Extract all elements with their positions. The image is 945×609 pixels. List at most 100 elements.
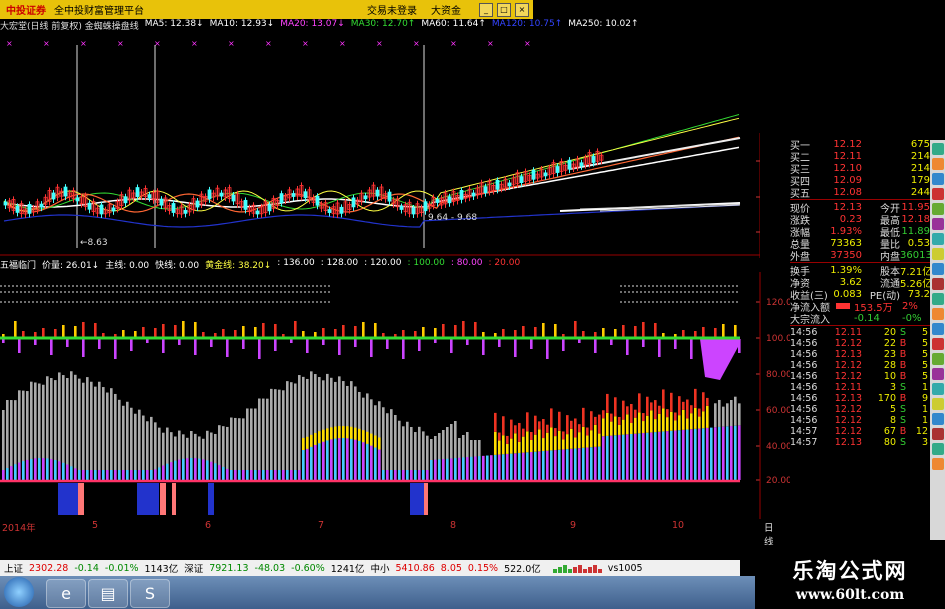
maximize-button[interactable]: □	[497, 2, 511, 17]
marker-glyph: ×	[265, 39, 272, 48]
right-toolbar[interactable]	[930, 140, 945, 540]
close-button[interactable]: ×	[515, 2, 529, 17]
app-taskbar-icon[interactable]: S	[130, 579, 170, 608]
flow-bar	[470, 456, 473, 480]
toolbar-icon[interactable]	[932, 353, 944, 365]
yellow-bar	[358, 428, 361, 441]
toolbar-icon[interactable]	[932, 248, 944, 260]
toolbar-icon[interactable]	[932, 278, 944, 290]
flow-bar	[106, 470, 109, 480]
ma-label: MA10: 12.93↓	[209, 19, 275, 29]
indicator-chart[interactable]: 120.0 100.0 80.00 60.00 40.00 20.00	[0, 272, 790, 519]
date-label: 7	[318, 520, 325, 531]
status-bar: 上证 2302.28 -0.14 -0.01% 1143亿 深证 7921.13 -48.03…	[0, 560, 740, 576]
flow-bar	[230, 470, 233, 480]
bid-price: 12.08	[833, 186, 862, 198]
big-funds-link[interactable]: 大资金	[431, 2, 461, 17]
candle-body	[75, 197, 80, 202]
date-label: 9	[570, 520, 577, 531]
toolbar-icon[interactable]	[932, 428, 944, 440]
toolbar-icon[interactable]	[932, 413, 944, 425]
toolbar-icon[interactable]	[932, 338, 944, 350]
chart-header: 大宏堂(日线 前复权) 金蜘蛛操盘线	[0, 22, 139, 32]
toolbar-icon[interactable]	[932, 173, 944, 185]
toolbar-icon[interactable]	[932, 188, 944, 200]
price-chart[interactable]: ×××××××××××××××11.0010.009.00←8.639.64 -…	[0, 33, 760, 258]
minimize-button[interactable]: _	[479, 2, 493, 17]
red-bar	[658, 405, 661, 414]
above-bar	[442, 324, 445, 338]
toolbar-icon[interactable]	[932, 368, 944, 380]
red-bar	[570, 420, 573, 429]
flow-bar	[446, 458, 449, 480]
toolbar-icon[interactable]	[932, 443, 944, 455]
tick-row: 14:56 12.12 8 S 1	[790, 415, 932, 426]
yellow-bar	[574, 437, 577, 449]
toolbar-icon[interactable]	[932, 203, 944, 215]
flow-bar	[82, 470, 85, 480]
gray-bar	[382, 407, 385, 480]
flow-bar	[670, 430, 673, 480]
flow-bar	[110, 470, 113, 480]
flow-bar	[66, 464, 69, 480]
candle-body	[459, 189, 464, 200]
tick-price: 12.11	[834, 382, 862, 393]
toolbar-icon[interactable]	[932, 143, 944, 155]
status-item: -0.01%	[104, 562, 139, 574]
flow-bar	[586, 447, 589, 480]
toolbar-icon[interactable]	[932, 293, 944, 305]
yellow-bar	[350, 426, 353, 439]
red-bar	[686, 399, 689, 419]
flow-bar	[458, 457, 461, 480]
toolbar-icon[interactable]	[932, 383, 944, 395]
status-item: 5410.86	[395, 562, 435, 574]
flow-bar	[390, 470, 393, 480]
toolbar-icon[interactable]	[932, 218, 944, 230]
folder-icon[interactable]: ▤	[88, 579, 128, 608]
yellow-bar	[538, 429, 541, 452]
date-label: 10	[672, 520, 685, 531]
platform-label[interactable]: 全中投财富管理平台	[54, 2, 144, 17]
big-inflow-row: 大宗流入 -0.14 -0%	[790, 312, 932, 326]
toolbar-icon[interactable]	[932, 458, 944, 470]
marker-glyph: ×	[487, 39, 494, 48]
big-inflow-value: -0.14	[854, 312, 880, 324]
yellow-bar	[522, 436, 525, 453]
flow-bar	[330, 439, 333, 480]
gray-bar	[246, 408, 249, 480]
stat-value: 36013	[900, 249, 932, 261]
flow-bar	[682, 429, 685, 480]
below-bar	[18, 339, 21, 353]
red-bar	[522, 428, 525, 437]
trade-login-link[interactable]: 交易未登录	[367, 2, 417, 17]
tick-volume: 23	[883, 349, 896, 360]
taskbar: e ▤ S	[0, 576, 755, 609]
quote-panel: 买一 12.12 675 买二 12.11 214 买三 12.10 214 买四 12.09 179…	[790, 138, 932, 530]
toolbar-icon[interactable]	[932, 158, 944, 170]
above-bar	[722, 324, 725, 338]
ie-icon[interactable]: e	[46, 579, 86, 608]
period-label[interactable]: 日线	[764, 520, 774, 548]
toolbar-icon[interactable]	[932, 233, 944, 245]
red-bar	[506, 435, 509, 444]
toolbar-icon[interactable]	[932, 398, 944, 410]
start-button[interactable]	[4, 577, 34, 607]
toolbar-icon[interactable]	[932, 323, 944, 335]
toolbar-icon[interactable]	[932, 308, 944, 320]
ma-label: MA20: 13.07↓	[280, 19, 345, 29]
candle-body	[195, 200, 200, 208]
yellow-bar	[558, 430, 561, 450]
date-label: 2014年	[2, 523, 36, 534]
above-bar	[82, 322, 85, 338]
yellow-bar	[378, 437, 381, 450]
toolbar-icon[interactable]	[932, 263, 944, 275]
tick-count: 5	[921, 349, 928, 360]
ma-label: MA60: 11.64↑	[421, 19, 486, 29]
flow-bar	[202, 459, 205, 480]
gray-bar	[718, 399, 721, 427]
candle-body	[183, 209, 188, 214]
flow-bar	[570, 448, 573, 480]
candle-body	[495, 179, 500, 190]
tick-price: 12.12	[834, 371, 862, 382]
flow-bar	[242, 470, 245, 480]
